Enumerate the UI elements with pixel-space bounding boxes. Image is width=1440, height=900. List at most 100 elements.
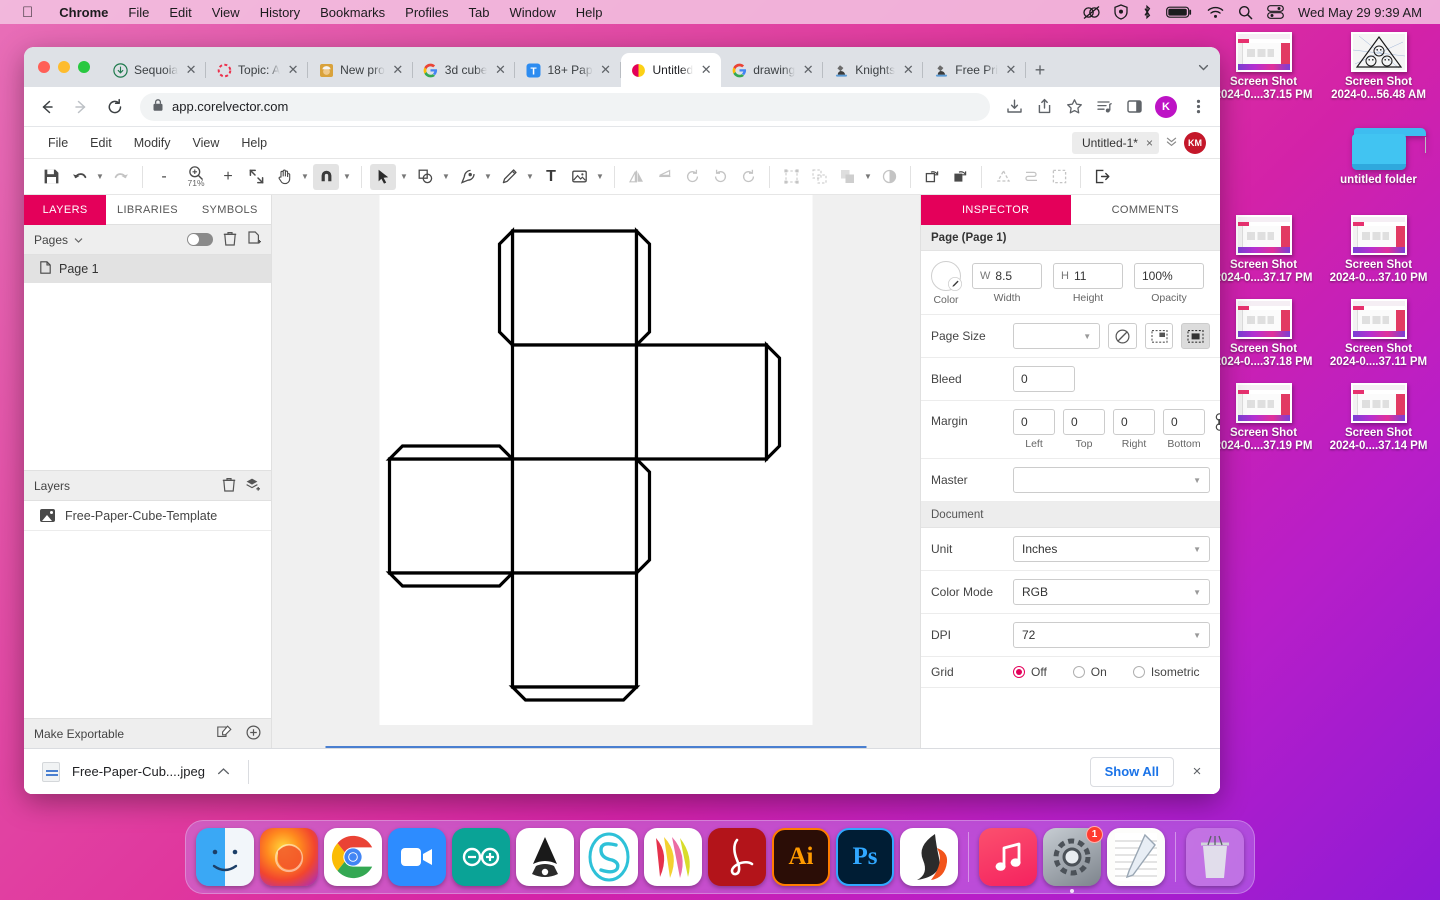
- browser-tab-sequoia[interactable]: Sequoia ✕: [102, 53, 207, 87]
- tab-close-icon[interactable]: ✕: [184, 63, 198, 77]
- page-width-control[interactable]: W 8.5 Width: [972, 263, 1042, 304]
- app-menu-view[interactable]: View: [183, 132, 230, 154]
- no-size-icon[interactable]: [1108, 323, 1137, 349]
- download-icon[interactable]: [1000, 93, 1028, 121]
- bookmark-star-icon[interactable]: [1060, 93, 1088, 121]
- pointer-dropdown-caret[interactable]: ▼: [398, 166, 410, 188]
- unit-select[interactable]: Inches ▼: [1013, 536, 1210, 562]
- dock-app-adobe-photoshop[interactable]: Ps: [836, 828, 894, 886]
- margin-bottom-control[interactable]: 0 Bottom: [1163, 409, 1205, 450]
- back-arrow-icon[interactable]: [32, 92, 62, 122]
- app-menu-help[interactable]: Help: [231, 132, 277, 154]
- image-icon[interactable]: [566, 164, 592, 190]
- undo-icon[interactable]: [66, 164, 92, 190]
- undo-dropdown-caret[interactable]: ▼: [94, 166, 106, 188]
- chevron-down-icon[interactable]: [74, 233, 83, 247]
- reload-icon[interactable]: [100, 92, 130, 122]
- pencil-icon[interactable]: [496, 164, 522, 190]
- desktop-icon-untitled-folder[interactable]: untitled folder: [1321, 128, 1436, 187]
- search-icon[interactable]: [1238, 5, 1253, 20]
- trash-icon[interactable]: [222, 477, 236, 495]
- tab-close-icon[interactable]: ✕: [286, 63, 300, 77]
- shape-dropdown-caret[interactable]: ▼: [440, 166, 452, 188]
- forward-arrow-icon[interactable]: [66, 92, 96, 122]
- pen-dropdown-caret[interactable]: ▼: [482, 166, 494, 188]
- app-menu-file[interactable]: File: [38, 132, 78, 154]
- dock-app-arduino[interactable]: [452, 828, 510, 886]
- share-icon[interactable]: [1030, 93, 1058, 121]
- close-downloads-bar-icon[interactable]: ×: [1184, 759, 1210, 785]
- hand-dropdown-caret[interactable]: ▼: [299, 166, 311, 188]
- tab-close-icon[interactable]: ✕: [493, 63, 507, 77]
- dock-app-sketch[interactable]: [580, 828, 638, 886]
- menu-item-view[interactable]: View: [202, 5, 250, 20]
- menu-item-bookmarks[interactable]: Bookmarks: [310, 5, 395, 20]
- text-tool-icon[interactable]: T: [538, 164, 564, 190]
- pages-visibility-toggle[interactable]: [187, 233, 213, 246]
- landscape-icon[interactable]: [1144, 323, 1174, 349]
- tab-close-icon[interactable]: ✕: [699, 63, 713, 77]
- dock-app-finder[interactable]: [196, 828, 254, 886]
- desktop-icon-screenshot-7[interactable]: Screen Shot 2024-0....37.19 PM: [1206, 383, 1321, 453]
- document-tab-close-icon[interactable]: ×: [1146, 136, 1153, 150]
- page-size-select[interactable]: ▼: [1013, 323, 1101, 349]
- dock-app-affinity[interactable]: [644, 828, 702, 886]
- browser-tab-knights[interactable]: Knights ✕: [823, 53, 924, 87]
- browser-tab-free-pri[interactable]: Free Pri ✕: [923, 53, 1026, 87]
- tab-close-icon[interactable]: ✕: [599, 63, 613, 77]
- menu-item-tab[interactable]: Tab: [459, 5, 500, 20]
- export-settings-icon[interactable]: [217, 725, 232, 742]
- add-layer-icon[interactable]: [246, 477, 261, 495]
- browser-tab-3d-cube[interactable]: 3d cube ✕: [413, 53, 516, 87]
- dock-app-music[interactable]: [979, 828, 1037, 886]
- plus-circle-icon[interactable]: [246, 724, 261, 743]
- page-sheet[interactable]: [379, 195, 813, 725]
- browser-tab-18-pap[interactable]: T 18+ Pap ✕: [515, 53, 621, 87]
- master-select[interactable]: ▼: [1013, 467, 1210, 493]
- chevron-double-down-icon[interactable]: [1165, 136, 1178, 150]
- tab-libraries[interactable]: LIBRARIES: [106, 195, 189, 225]
- control-center-icon[interactable]: [1267, 5, 1284, 19]
- duplicate-alt-icon[interactable]: [947, 164, 973, 190]
- desktop-icon-screenshot-1[interactable]: Screen Shot 2024-0....37.15 PM: [1206, 32, 1321, 102]
- menu-item-edit[interactable]: Edit: [159, 5, 201, 20]
- tab-close-icon[interactable]: ✕: [391, 63, 405, 77]
- page-color-control[interactable]: Color: [931, 261, 962, 306]
- menu-item-file[interactable]: File: [118, 5, 159, 20]
- pen-icon[interactable]: [454, 164, 480, 190]
- layer-list-item[interactable]: Free-Paper-Cube-Template: [24, 501, 271, 531]
- trash-icon[interactable]: [223, 231, 237, 249]
- desktop-icon-screenshot-5[interactable]: Screen Shot 2024-0....37.18 PM: [1206, 299, 1321, 369]
- fit-screen-icon[interactable]: [243, 164, 269, 190]
- add-page-icon[interactable]: [247, 230, 261, 249]
- minimize-window-button[interactable]: [58, 61, 70, 73]
- hand-icon[interactable]: [271, 164, 297, 190]
- three-dot-menu-icon[interactable]: [1184, 93, 1212, 121]
- menu-item-chrome[interactable]: Chrome: [49, 5, 118, 20]
- desktop-icon-screenshot-3[interactable]: Screen Shot 2024-0....37.17 PM: [1206, 215, 1321, 285]
- menu-item-profiles[interactable]: Profiles: [395, 5, 458, 20]
- browser-tab-untitled-active[interactable]: Untitled ✕: [620, 53, 722, 87]
- app-user-avatar[interactable]: KM: [1184, 131, 1206, 154]
- menu-item-window[interactable]: Window: [500, 5, 566, 20]
- pointer-icon[interactable]: [370, 163, 396, 190]
- magnet-icon[interactable]: [313, 163, 339, 190]
- cube-net-artwork[interactable]: [380, 195, 813, 725]
- margin-right-control[interactable]: 0 Right: [1113, 409, 1155, 450]
- page-height-control[interactable]: H 11 Height: [1053, 263, 1123, 304]
- media-list-icon[interactable]: [1090, 93, 1118, 121]
- side-panel-icon[interactable]: [1120, 93, 1148, 121]
- dock-app-adobe-illustrator[interactable]: Ai: [772, 828, 830, 886]
- address-bar[interactable]: app.corelvector.com: [140, 92, 990, 121]
- duplicate-icon[interactable]: [919, 164, 945, 190]
- page-list-item[interactable]: Page 1: [24, 255, 271, 283]
- tab-symbols[interactable]: SYMBOLS: [188, 195, 271, 225]
- save-icon[interactable]: [38, 164, 64, 190]
- desktop-icon-screenshot-4[interactable]: Screen Shot 2024-0....37.10 PM: [1321, 215, 1436, 285]
- new-tab-button[interactable]: +: [1026, 53, 1054, 87]
- menu-item-history[interactable]: History: [250, 5, 310, 20]
- dock-app-trash[interactable]: [1186, 828, 1244, 886]
- margin-top-control[interactable]: 0 Top: [1063, 409, 1105, 450]
- dock-app-inkscape[interactable]: [516, 828, 574, 886]
- download-item[interactable]: Free-Paper-Cub....jpeg: [34, 761, 238, 782]
